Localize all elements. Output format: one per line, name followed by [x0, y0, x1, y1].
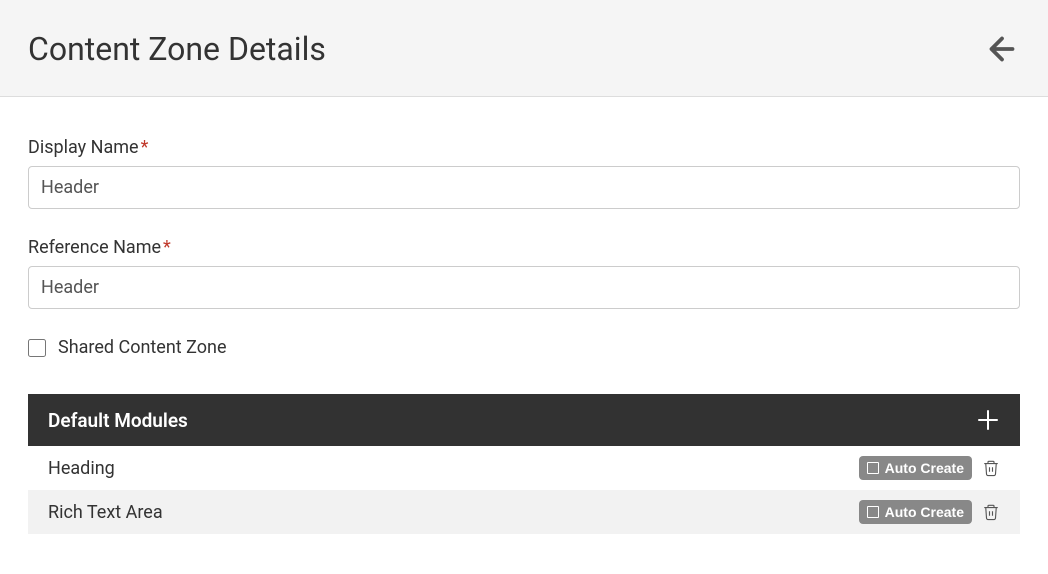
module-name: Heading: [48, 458, 115, 479]
display-name-input[interactable]: [28, 166, 1020, 209]
module-name: Rich Text Area: [48, 502, 163, 523]
checkbox-icon: [867, 506, 879, 518]
display-name-label: Display Name*: [28, 137, 1020, 158]
shared-content-zone-label[interactable]: Shared Content Zone: [58, 337, 227, 358]
required-indicator: *: [141, 137, 149, 158]
default-modules-title: Default Modules: [48, 409, 188, 432]
plus-icon: [976, 408, 1000, 432]
shared-content-zone-checkbox[interactable]: [28, 339, 46, 357]
checkbox-icon: [867, 462, 879, 474]
back-button[interactable]: [984, 31, 1020, 67]
module-row: Rich Text Area Auto Create: [28, 490, 1020, 534]
trash-icon: [982, 503, 1000, 521]
add-module-button[interactable]: [976, 408, 1000, 432]
delete-module-button[interactable]: [982, 503, 1000, 521]
delete-module-button[interactable]: [982, 459, 1000, 477]
reference-name-input[interactable]: [28, 266, 1020, 309]
auto-create-button[interactable]: Auto Create: [859, 500, 972, 524]
auto-create-button[interactable]: Auto Create: [859, 456, 972, 480]
default-modules-header: Default Modules: [28, 394, 1020, 446]
required-indicator: *: [163, 237, 171, 258]
arrow-left-icon: [984, 31, 1020, 67]
trash-icon: [982, 459, 1000, 477]
module-list: Heading Auto Create Rich Text Area Auto …: [28, 446, 1020, 534]
module-row: Heading Auto Create: [28, 446, 1020, 490]
reference-name-label: Reference Name*: [28, 237, 1020, 258]
page-title: Content Zone Details: [28, 30, 326, 68]
